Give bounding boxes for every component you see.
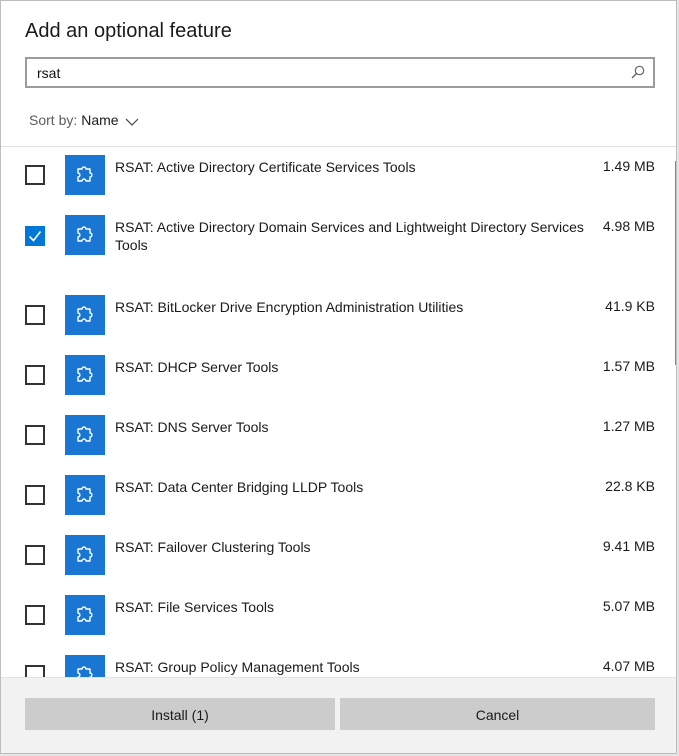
feature-name: RSAT: DNS Server Tools xyxy=(115,419,269,435)
feature-size: 1.49 MB xyxy=(602,158,655,174)
feature-checkbox[interactable] xyxy=(25,545,45,565)
scrollbar-thumb[interactable] xyxy=(675,161,676,365)
feature-size: 1.27 MB xyxy=(602,418,655,434)
puzzle-piece-icon xyxy=(65,595,105,635)
puzzle-piece-icon xyxy=(65,295,105,335)
puzzle-piece-icon xyxy=(65,655,105,677)
feature-list: RSAT: Active Directory Certificate Servi… xyxy=(1,147,676,677)
feature-list-item[interactable]: RSAT: DHCP Server Tools 1.57 MB xyxy=(1,347,676,407)
feature-checkbox[interactable] xyxy=(25,605,45,625)
feature-size: 4.07 MB xyxy=(602,658,655,674)
feature-checkbox[interactable] xyxy=(25,485,45,505)
feature-name: RSAT: BitLocker Drive Encryption Adminis… xyxy=(115,299,464,315)
feature-size: 4.98 MB xyxy=(602,218,655,234)
puzzle-piece-icon xyxy=(65,475,105,515)
feature-list-item[interactable]: RSAT: Active Directory Certificate Servi… xyxy=(1,147,676,207)
feature-size: 41.9 KB xyxy=(605,298,655,314)
feature-checkbox[interactable] xyxy=(25,305,45,325)
puzzle-piece-icon xyxy=(65,215,105,255)
feature-list-item[interactable]: RSAT: BitLocker Drive Encryption Adminis… xyxy=(1,287,676,347)
feature-checkbox[interactable] xyxy=(25,165,45,185)
feature-checkbox[interactable] xyxy=(25,665,45,677)
feature-checkbox[interactable] xyxy=(25,365,45,385)
feature-name: RSAT: Failover Clustering Tools xyxy=(115,539,311,555)
feature-size: 5.07 MB xyxy=(602,598,655,614)
chevron-down-icon[interactable] xyxy=(125,113,139,129)
add-optional-feature-dialog: Add an optional feature rsat Sort by: Nam… xyxy=(0,0,677,754)
feature-list-item[interactable]: RSAT: Failover Clustering Tools 9.41 MB xyxy=(1,527,676,587)
puzzle-piece-icon xyxy=(65,355,105,395)
feature-list-item[interactable]: RSAT: DNS Server Tools 1.27 MB xyxy=(1,407,676,467)
feature-size: 9.41 MB xyxy=(602,538,655,554)
feature-size: 1.57 MB xyxy=(602,358,655,374)
puzzle-piece-icon xyxy=(65,415,105,455)
feature-size: 22.8 KB xyxy=(605,478,655,494)
dialog-title: Add an optional feature xyxy=(25,20,232,42)
feature-name: RSAT: Group Policy Management Tools xyxy=(115,659,360,675)
dialog-footer: Install (1) Cancel xyxy=(1,677,676,753)
search-input[interactable]: rsat xyxy=(25,57,655,88)
puzzle-piece-icon xyxy=(65,535,105,575)
sort-label: Sort by: xyxy=(29,112,78,128)
install-button[interactable]: Install (1) xyxy=(25,698,335,730)
feature-checkbox[interactable] xyxy=(25,226,45,246)
feature-checkbox[interactable] xyxy=(25,425,45,445)
feature-name: RSAT: File Services Tools xyxy=(115,599,274,615)
feature-name: RSAT: DHCP Server Tools xyxy=(115,359,279,375)
feature-list-item[interactable]: RSAT: Active Directory Domain Services a… xyxy=(1,207,676,267)
feature-name: RSAT: Active Directory Domain Services a… xyxy=(115,219,584,253)
search-icon[interactable] xyxy=(631,65,645,79)
search-input-value[interactable]: rsat xyxy=(37,65,60,81)
puzzle-piece-icon xyxy=(65,155,105,195)
feature-list-item[interactable]: RSAT: Group Policy Management Tools 4.07 … xyxy=(1,647,676,677)
feature-list-item[interactable]: RSAT: File Services Tools 5.07 MB xyxy=(1,587,676,647)
feature-name: RSAT: Data Center Bridging LLDP Tools xyxy=(115,479,364,495)
feature-name: RSAT: Active Directory Certificate Servi… xyxy=(115,159,416,175)
cancel-button[interactable]: Cancel xyxy=(340,698,655,730)
feature-list-item[interactable]: RSAT: Data Center Bridging LLDP Tools 22.… xyxy=(1,467,676,527)
sort-dropdown[interactable]: Sort by: Name xyxy=(29,112,139,129)
sort-value[interactable]: Name xyxy=(81,112,118,128)
